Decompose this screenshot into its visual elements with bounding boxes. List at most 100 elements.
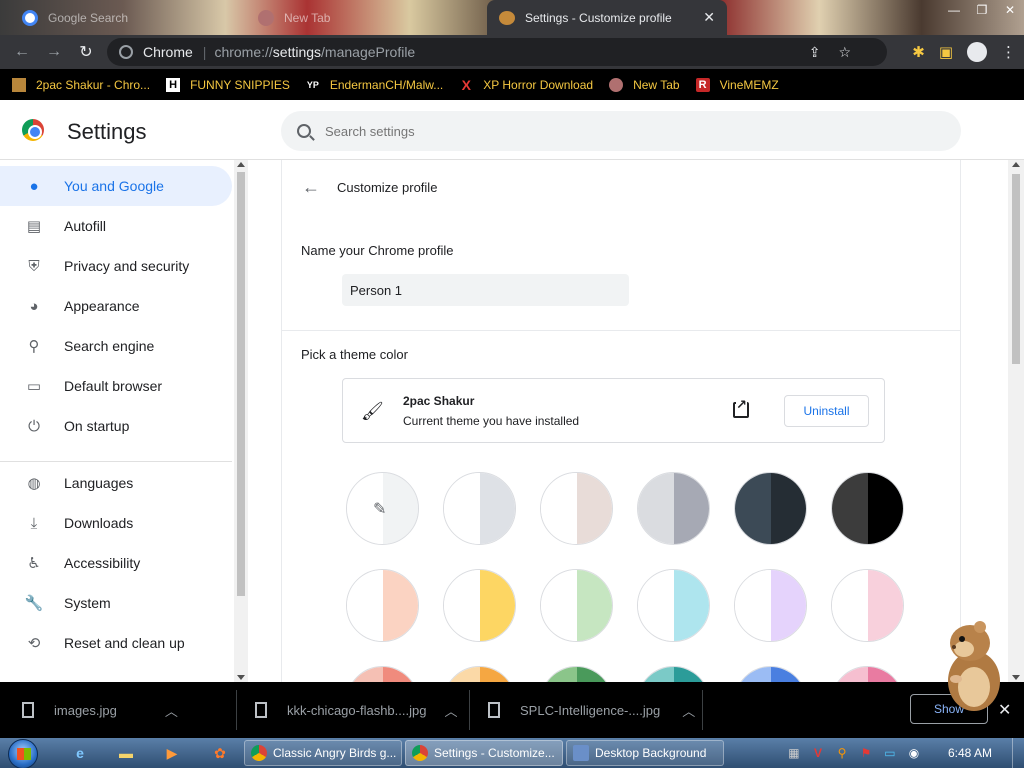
folder-icon[interactable]: ▬ bbox=[116, 743, 136, 763]
theme-color-swatch[interactable] bbox=[637, 472, 710, 545]
sidebar-item-privacy[interactable]: ⛨ Privacy and security bbox=[0, 246, 232, 286]
bookmark-item[interactable]: YP EndermanCH/Malw... bbox=[306, 78, 443, 92]
uninstall-button[interactable]: Uninstall bbox=[784, 395, 869, 427]
maximize-icon[interactable]: ❐ bbox=[968, 0, 996, 20]
extensions-icon[interactable]: ✱ bbox=[912, 43, 925, 61]
theme-color-swatch[interactable] bbox=[443, 666, 516, 682]
theme-color-swatch[interactable] bbox=[346, 666, 419, 682]
download-item[interactable]: SPLC-Intelligence-....jpg ︿ bbox=[488, 682, 695, 738]
scrollbar-thumb[interactable] bbox=[237, 172, 245, 596]
theme-color-swatch[interactable] bbox=[831, 569, 904, 642]
scroll-down-arrow[interactable] bbox=[1012, 675, 1020, 680]
scroll-up-arrow[interactable] bbox=[237, 162, 245, 167]
back-icon[interactable]: ← bbox=[6, 36, 38, 68]
profile-name-field[interactable] bbox=[342, 274, 629, 306]
download-icon: ⤓ bbox=[30, 514, 38, 532]
sidebar-item-appearance[interactable]: ◕ Appearance bbox=[0, 286, 232, 326]
share-icon[interactable]: ⇪ bbox=[809, 44, 821, 61]
side-panel-icon[interactable]: ▣ bbox=[939, 43, 953, 61]
swatch-half bbox=[382, 473, 418, 544]
flag-icon[interactable]: ⚑ bbox=[858, 745, 874, 761]
theme-color-swatch[interactable] bbox=[831, 666, 904, 682]
bookmark-star-icon[interactable]: ☆ bbox=[838, 44, 851, 61]
theme-color-swatch[interactable] bbox=[734, 666, 807, 682]
settings-search[interactable] bbox=[281, 111, 961, 151]
media-player-icon[interactable]: ▶ bbox=[162, 743, 182, 763]
taskbar-item-angry-birds[interactable]: Classic Angry Birds g... bbox=[244, 740, 402, 766]
download-separator bbox=[469, 690, 470, 730]
tray-app-icon[interactable]: ▦ bbox=[786, 745, 802, 761]
back-arrow-icon[interactable]: ← bbox=[302, 177, 320, 198]
main-scrollbar[interactable] bbox=[1008, 160, 1024, 682]
theme-subtitle: Current theme you have installed bbox=[403, 414, 580, 428]
address-bar[interactable]: Chrome | chrome://settings/manageProfile… bbox=[107, 38, 887, 66]
chevron-up-icon[interactable]: ︿ bbox=[682, 701, 695, 720]
bookmark-item[interactable]: 2pac Shakur - Chro... bbox=[12, 77, 150, 92]
scroll-up-arrow[interactable] bbox=[1012, 162, 1020, 167]
scroll-down-arrow[interactable] bbox=[237, 675, 245, 680]
theme-color-swatch[interactable] bbox=[831, 472, 904, 545]
sidebar-item-downloads[interactable]: ⤓ Downloads bbox=[0, 503, 232, 543]
window-controls: — ❐ ✕ bbox=[940, 0, 1024, 22]
settings-header: Settings bbox=[0, 102, 1024, 160]
tab-settings[interactable]: Settings - Customize profile ✕ bbox=[487, 0, 727, 35]
person-icon: ● bbox=[29, 177, 39, 195]
sidebar-item-languages[interactable]: ◍ Languages bbox=[0, 463, 232, 503]
scrollbar-thumb[interactable] bbox=[1012, 174, 1020, 364]
sidebar-item-search-engine[interactable]: ⚲ Search engine bbox=[0, 326, 232, 366]
tab-new-tab[interactable]: New Tab bbox=[246, 2, 342, 33]
custom-color-picker[interactable]: ✎ bbox=[346, 472, 419, 545]
antivirus-icon[interactable]: V bbox=[810, 745, 826, 761]
sidebar-item-reset[interactable]: ⟲ Reset and clean up bbox=[0, 623, 232, 663]
open-in-new-icon[interactable] bbox=[733, 398, 749, 418]
theme-color-swatch[interactable] bbox=[540, 666, 613, 682]
tab-google-search[interactable]: Google Search bbox=[10, 2, 140, 33]
search-icon: ⚲ bbox=[28, 338, 40, 355]
profile-avatar-icon[interactable] bbox=[967, 42, 987, 62]
close-window-icon[interactable]: ✕ bbox=[996, 0, 1024, 20]
forward-icon[interactable]: → bbox=[38, 36, 70, 68]
sidebar-item-autofill[interactable]: ▤ Autofill bbox=[0, 206, 232, 246]
taskbar-clock[interactable]: 6:48 AM bbox=[948, 746, 992, 760]
theme-color-swatch[interactable] bbox=[540, 569, 613, 642]
swatch-half bbox=[444, 667, 480, 682]
bookmark-item[interactable]: New Tab bbox=[609, 77, 680, 92]
google-icon bbox=[22, 9, 38, 26]
bookmark-item[interactable]: R VineMEMZ bbox=[695, 77, 779, 92]
download-item[interactable]: images.jpg ︿ bbox=[22, 682, 178, 738]
theme-color-swatch[interactable] bbox=[540, 472, 613, 545]
close-tab-icon[interactable]: ✕ bbox=[703, 9, 715, 26]
search-tray-icon[interactable]: ⚲ bbox=[834, 745, 850, 761]
bookmark-item[interactable]: H FUNNY SNIPPIES bbox=[166, 77, 290, 92]
internet-explorer-icon[interactable]: e bbox=[70, 743, 90, 763]
sidebar-item-accessibility[interactable]: ♿ Accessibility bbox=[0, 543, 232, 583]
minimize-icon[interactable]: — bbox=[940, 0, 968, 20]
theme-color-swatch[interactable] bbox=[346, 569, 419, 642]
show-desktop-button[interactable] bbox=[1012, 738, 1024, 768]
app-pinned-icon[interactable]: ✿ bbox=[210, 743, 230, 763]
search-input[interactable] bbox=[325, 123, 925, 139]
theme-color-swatch[interactable] bbox=[637, 666, 710, 682]
sidebar-item-system[interactable]: 🔧 System bbox=[0, 583, 232, 623]
paintbrush-icon: 🖌 bbox=[361, 401, 384, 421]
display-icon[interactable]: ▭ bbox=[882, 745, 898, 761]
start-button[interactable] bbox=[8, 739, 38, 768]
download-item[interactable]: kkk-chicago-flashb....jpg ︿ bbox=[255, 682, 457, 738]
sidebar-item-default-browser[interactable]: ▭ Default browser bbox=[0, 366, 232, 406]
sidebar-scrollbar[interactable] bbox=[234, 160, 248, 682]
reload-icon[interactable]: ↻ bbox=[70, 36, 102, 68]
volume-icon[interactable]: ◉ bbox=[906, 745, 922, 761]
theme-color-swatch[interactable] bbox=[734, 472, 807, 545]
menu-kebab-icon[interactable]: ⋮ bbox=[1001, 43, 1016, 61]
taskbar-item-settings[interactable]: Settings - Customize... bbox=[405, 740, 563, 766]
chevron-up-icon[interactable]: ︿ bbox=[165, 701, 178, 720]
theme-color-swatch[interactable] bbox=[734, 569, 807, 642]
theme-color-swatch[interactable] bbox=[443, 472, 516, 545]
theme-color-swatch[interactable] bbox=[637, 569, 710, 642]
bookmark-item[interactable]: X XP Horror Download bbox=[459, 77, 594, 93]
chevron-up-icon[interactable]: ︿ bbox=[444, 701, 457, 720]
taskbar-item-desktop-background[interactable]: Desktop Background bbox=[566, 740, 724, 766]
theme-color-swatch[interactable] bbox=[443, 569, 516, 642]
sidebar-item-you-and-google[interactable]: ● You and Google bbox=[0, 166, 232, 206]
sidebar-item-on-startup[interactable]: ⏻ On startup bbox=[0, 406, 232, 446]
